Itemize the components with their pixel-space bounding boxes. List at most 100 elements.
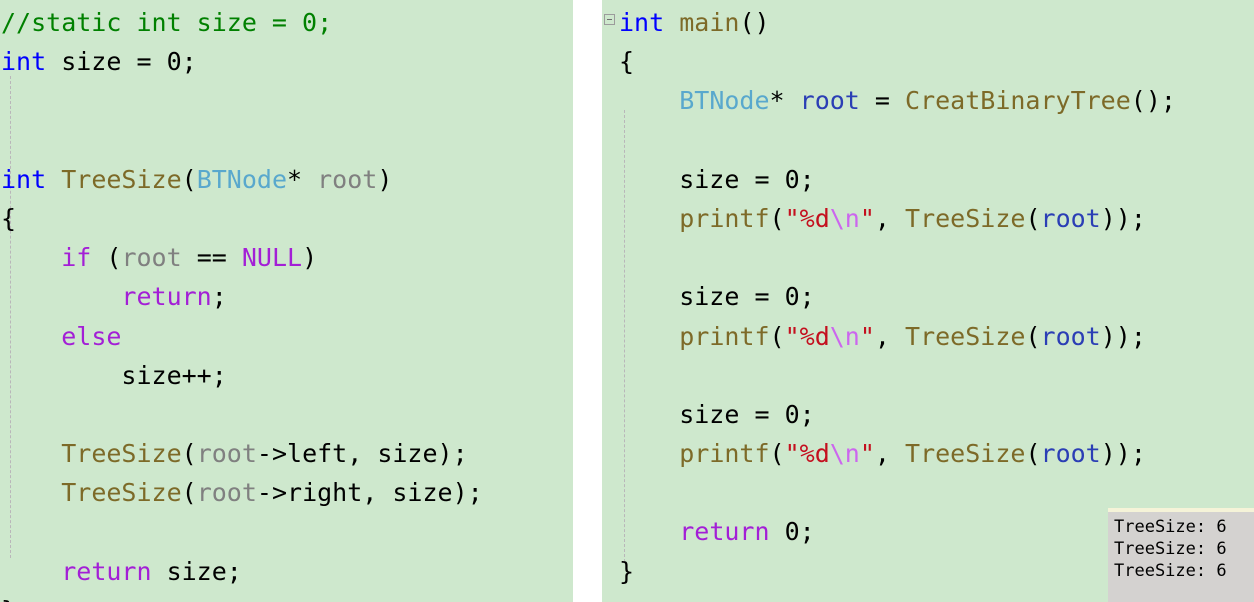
code-token: root	[121, 243, 182, 273]
code-token: return	[679, 517, 770, 547]
code-block-main[interactable]: int main() { BTNode* root = CreatBinaryTr…	[602, 0, 1254, 591]
code-token: "	[859, 439, 875, 469]
code-token: (	[181, 164, 197, 194]
code-token: root	[196, 439, 257, 469]
code-token: (	[181, 439, 197, 469]
code-token: //static int size = 0;	[1, 8, 333, 37]
code-token: "	[859, 203, 875, 233]
code-token: TreeSize	[61, 439, 182, 469]
left-code-line: }	[1, 591, 573, 602]
code-token: (	[1025, 439, 1041, 469]
code-token: size = 0;	[46, 47, 197, 77]
code-block-treesize[interactable]: //static int size = 0; int size = 0; int …	[0, 0, 573, 602]
code-token: TreeSize	[61, 164, 182, 194]
code-token: TreeSize	[905, 321, 1026, 351]
left-code-line: int TreeSize(BTNode* root)	[1, 160, 573, 199]
code-token: (	[1025, 203, 1041, 233]
left-code-line: else	[1, 317, 573, 356]
right-code-line: printf("%d\n", TreeSize(root));	[619, 317, 1254, 356]
left-code-line: if (root == NULL)	[1, 238, 573, 277]
code-token: ,	[874, 439, 906, 469]
right-code-line: printf("%d\n", TreeSize(root));	[619, 199, 1254, 238]
left-code-line: int size = 0;	[1, 42, 573, 81]
code-token: int	[619, 8, 665, 37]
code-token: *	[769, 86, 800, 116]
right-code-line: BTNode* root = CreatBinaryTree();	[619, 81, 1254, 120]
code-token: printf	[679, 321, 770, 351]
code-token: if	[61, 243, 92, 273]
code-token: (	[769, 439, 785, 469]
code-token: ;	[211, 282, 227, 312]
right-code-line: size = 0;	[619, 160, 1254, 199]
code-token: "%d	[784, 439, 830, 469]
right-code-line: size = 0;	[619, 395, 1254, 434]
code-token: (	[769, 321, 785, 351]
code-token: \n	[829, 203, 860, 233]
code-token: TreeSize	[905, 439, 1026, 469]
left-code-line	[1, 512, 573, 551]
console-output-line: TreeSize: 6	[1114, 561, 1227, 581]
left-code-line	[1, 121, 573, 160]
code-token: size;	[151, 556, 242, 586]
right-code-line	[619, 473, 1254, 512]
code-token: \n	[829, 439, 860, 469]
code-token: )	[377, 164, 393, 194]
code-token: root	[799, 86, 860, 116]
code-token: ()	[739, 8, 770, 37]
left-code-line	[1, 81, 573, 120]
code-token: ,	[874, 321, 906, 351]
code-token: int	[1, 164, 47, 194]
code-token: }	[1, 596, 16, 602]
code-token: ==	[181, 243, 242, 273]
right-code-line	[619, 121, 1254, 160]
screenshot-root: //static int size = 0; int size = 0; int …	[0, 0, 1254, 602]
code-token: size = 0;	[619, 164, 815, 194]
right-code-line: int main()	[619, 3, 1254, 42]
left-code-line: //static int size = 0;	[1, 3, 573, 42]
code-token: BTNode	[679, 86, 770, 116]
right-code-line: {	[619, 42, 1254, 81]
code-token: {	[619, 47, 635, 77]
left-code-line: size++;	[1, 356, 573, 395]
code-token: root	[1040, 203, 1101, 233]
code-editor-left[interactable]: //static int size = 0; int size = 0; int …	[0, 0, 573, 602]
console-output-line: TreeSize: 6	[1114, 517, 1227, 537]
left-code-line: return size;	[1, 552, 573, 591]
code-token: )	[302, 243, 318, 273]
code-token: (	[91, 243, 122, 273]
code-token: size++;	[1, 360, 227, 390]
console-output-line: TreeSize: 6	[1114, 539, 1227, 559]
code-token: "%d	[784, 321, 830, 351]
right-code-line: printf("%d\n", TreeSize(root));	[619, 434, 1254, 473]
code-token: ->left, size);	[256, 439, 468, 469]
right-code-line	[619, 238, 1254, 277]
code-token: \n	[829, 321, 860, 351]
code-token: size = 0;	[619, 282, 815, 312]
code-token: ));	[1100, 321, 1146, 351]
code-token: CreatBinaryTree	[905, 86, 1131, 116]
code-token: {	[1, 203, 17, 233]
code-token: "%d	[784, 203, 830, 233]
code-token: else	[61, 321, 122, 351]
code-token: (	[181, 478, 197, 508]
code-token: TreeSize	[905, 203, 1026, 233]
right-code-line: size = 0;	[619, 277, 1254, 316]
left-code-line: return;	[1, 277, 573, 316]
code-token: NULL	[241, 243, 303, 273]
code-token: ,	[874, 203, 906, 233]
left-code-line: {	[1, 199, 573, 238]
code-token: printf	[679, 439, 770, 469]
code-token: root	[1040, 439, 1101, 469]
code-token: size = 0;	[619, 399, 815, 429]
console-output-panel: TreeSize: 6 TreeSize: 6 TreeSize: 6	[1108, 508, 1254, 602]
code-token: 0;	[769, 517, 815, 547]
code-token: return	[61, 556, 152, 586]
